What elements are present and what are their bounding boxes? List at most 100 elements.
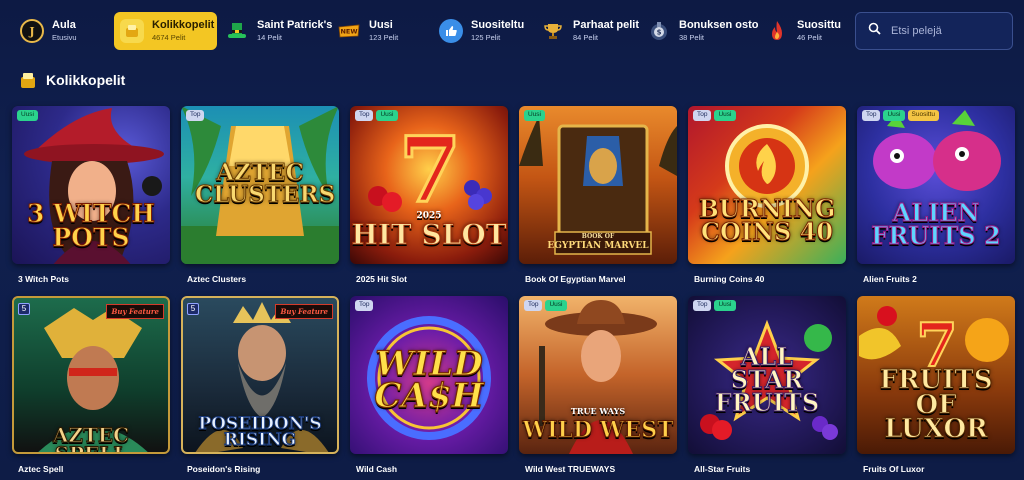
search-icon [868, 22, 881, 40]
game-logo-text: HIT SLOT [351, 218, 507, 251]
game-card[interactable]: Top Uusi ALL STAR FRUITS All-Star Fruits [688, 296, 846, 480]
trophy-icon [541, 19, 565, 43]
new-badge: Uusi [883, 110, 905, 121]
game-thumbnail[interactable]: 5 Buy Feature POSEIDON'S RISING [181, 296, 339, 454]
game-title: Aztec Spell [18, 464, 64, 474]
game-thumbnail[interactable]: Top Uusi ALL STAR FRUITS [688, 296, 846, 454]
game-logo-text: AZTEC CLUSTERS [195, 159, 336, 208]
top-badge: Top [862, 110, 881, 121]
search-input[interactable] [891, 25, 1001, 37]
game-thumbnail[interactable]: 5 Buy Feature AZTEC SPELL [12, 296, 170, 454]
thumbs-up-icon [439, 19, 463, 43]
game-card[interactable]: 7 FRUITS OF LUXOR Fruits Of Luxor [857, 296, 1015, 480]
nav-label: Suosittu [797, 19, 841, 32]
game-small-text: TRUE WAYS [570, 406, 626, 416]
svg-text:J: J [28, 25, 34, 38]
section-title: Kolikkopelit [46, 72, 126, 88]
leprechaun-hat-icon [225, 19, 249, 43]
game-title: Wild Cash [356, 464, 398, 474]
nav-label: Parhaat pelit [573, 19, 640, 32]
game-card[interactable]: 5 Buy Feature POSEIDON'S RISING Poseidon… [181, 296, 339, 480]
game-title: Poseidon's Rising [187, 464, 261, 474]
game-card[interactable]: Top Uusi 7 2025 HIT SLOT 2025 Hit Slot [350, 106, 508, 296]
game-thumbnail[interactable]: Top Uusi BURNING COINS 40 [688, 106, 846, 264]
game-title: Alien Fruits 2 [863, 274, 917, 284]
game-logo-text: FRUITS OF LUXOR [879, 365, 993, 445]
game-card[interactable]: 5 Buy Feature AZTEC SPELL Aztec Spell [12, 296, 170, 480]
nav-count: 46 Pelit [797, 33, 823, 42]
new-badge: Uusi [524, 110, 546, 121]
search-box[interactable] [855, 12, 1013, 50]
game-small-text: BOOK OF [581, 233, 615, 240]
game-title: Book Of Egyptian Marvel [525, 274, 626, 284]
game-card[interactable]: Top Uusi BURNING COINS 40 Burning Coins … [688, 106, 846, 296]
game-card[interactable]: Uusi 3 WITCH POTS 3 Witch Pots [12, 106, 170, 296]
game-logo-text: WILD WEST [522, 417, 674, 443]
buy-feature-ribbon: Buy Feature [106, 304, 164, 319]
game-card[interactable]: Top AZTEC CLUSTERS Aztec Clusters [181, 106, 339, 296]
game-title: All-Star Fruits [694, 464, 751, 474]
new-badge-icon: NEW [337, 19, 361, 43]
nav-count: 123 Pelit [369, 33, 399, 42]
flame-icon [765, 19, 789, 43]
svg-text:NEW: NEW [340, 28, 357, 36]
nav-count: 125 Pelit [471, 33, 501, 42]
top-badge: Top [524, 300, 543, 311]
nav-count: 4674 Pelit [152, 33, 186, 42]
nav-item-suositeltu[interactable]: Suositeltu 125 Pelit [433, 12, 533, 50]
game-card[interactable]: Top Uusi TRUE WAYS WILD WEST Wild West T… [519, 296, 677, 480]
buy-feature-ribbon: Buy Feature [275, 304, 333, 319]
coin-icon [120, 19, 144, 43]
game-thumbnail[interactable]: Top AZTEC CLUSTERS [181, 106, 339, 264]
game-thumbnail[interactable]: Top WILD CA$H [350, 296, 508, 454]
nav-label: Uusi [369, 19, 393, 32]
game-logo-text: 3 WITCH POTS [27, 199, 156, 252]
nav-item-aula[interactable]: J Aula Etusivu [14, 12, 112, 50]
game-logo-text: BURNING COINS 40 [698, 194, 836, 246]
top-badge: Top [186, 110, 205, 121]
joker-icon: J [20, 19, 44, 43]
game-logo-text: ALIEN FRUITS 2 [871, 198, 1001, 250]
nav-label: Kolikkopelit [152, 19, 215, 32]
nav-label: Suositeltu [471, 19, 525, 32]
top-badge: Top [355, 110, 374, 121]
nav-count: 38 Pelit [679, 33, 705, 42]
game-thumbnail[interactable]: Uusi BOOK OF EGYPTIAN MARVEL [519, 106, 677, 264]
nav-item-suosittu[interactable]: Suosittu 46 Pelit [759, 12, 841, 50]
game-thumbnail[interactable]: Top Uusi 7 2025 HIT SLOT [350, 106, 508, 264]
top-badge: Top [693, 300, 712, 311]
game-logo-text: EGYPTIAN MARVEL [547, 241, 649, 251]
game-logo-text: POSEIDON'S RISING [198, 414, 322, 451]
top-badge: Top [693, 110, 712, 121]
game-thumbnail[interactable]: Top Uusi TRUE WAYS WILD WEST [519, 296, 677, 454]
nav-count: 84 Pelit [573, 33, 599, 42]
nav-item-parhaat-pelit[interactable]: Parhaat pelit 84 Pelit [535, 12, 639, 50]
provider-icon: 5 [187, 303, 199, 315]
svg-text:7: 7 [399, 117, 462, 223]
nav-label: Aula [52, 19, 76, 32]
nav-count: Etusivu [52, 33, 77, 42]
game-thumbnail[interactable]: Top Uusi Suosittu ALIEN FRUITS 2 [857, 106, 1015, 264]
game-thumbnail[interactable]: 7 FRUITS OF LUXOR [857, 296, 1015, 454]
game-grid: Uusi 3 WITCH POTS 3 Witch Pots Top AZTEC… [12, 106, 1015, 480]
game-card[interactable]: Uusi BOOK OF EGYPTIAN MARVEL Book Of Egy… [519, 106, 677, 296]
game-title: Burning Coins 40 [694, 274, 765, 284]
nav-label: Bonuksen osto [679, 19, 759, 32]
game-card[interactable]: Top WILD CA$H Wild Cash [350, 296, 508, 480]
game-logo-text: WILD CA$H [374, 344, 484, 417]
section-header: Kolikkopelit [18, 70, 125, 90]
game-logo-text: ALL STAR FRUITS [714, 342, 820, 417]
game-logo-text: AZTEC SPELL [52, 423, 130, 454]
game-title: Wild West TRUEWAYS [525, 464, 616, 474]
game-thumbnail[interactable]: Uusi 3 WITCH POTS [12, 106, 170, 264]
nav-item-kolikkopelit[interactable]: Kolikkopelit 4674 Pelit [114, 12, 217, 50]
nav-item-bonuksen-osto[interactable]: $ Bonuksen osto 38 Pelit [641, 12, 759, 50]
nav-label: Saint Patrick's [257, 19, 333, 32]
nav-item-saint-patricks[interactable]: Saint Patrick's 14 Pelit [219, 12, 333, 50]
top-badge: Top [355, 300, 374, 311]
new-badge: Uusi [545, 300, 567, 311]
nav-item-uusi[interactable]: NEW Uusi 123 Pelit [331, 12, 431, 50]
svg-text:$: $ [657, 29, 662, 37]
game-card[interactable]: Top Uusi Suosittu ALIEN FRUITS 2 Alien F… [857, 106, 1015, 296]
nav-count: 14 Pelit [257, 33, 283, 42]
